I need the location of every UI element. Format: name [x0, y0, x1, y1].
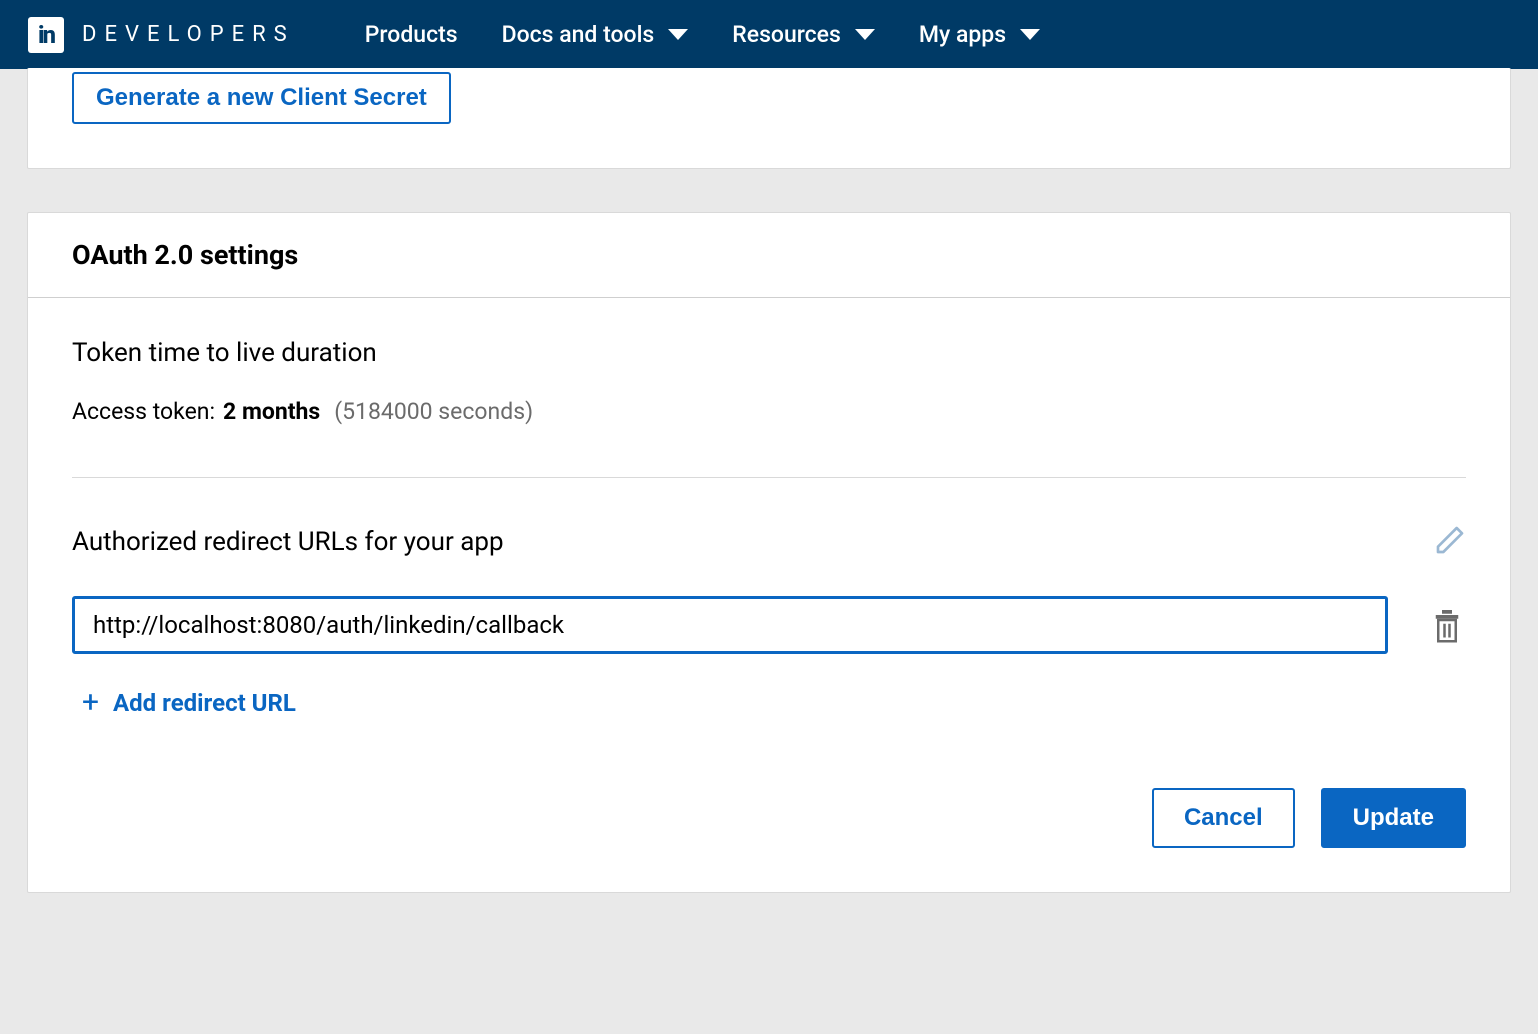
chevron-down-icon: [855, 29, 875, 40]
top-nav: in DEVELOPERS Products Docs and tools Re…: [0, 0, 1538, 69]
client-secret-card: Generate a new Client Secret: [27, 68, 1511, 169]
add-redirect-url-button[interactable]: + Add redirect URL: [82, 688, 1466, 718]
edit-icon[interactable]: [1434, 524, 1466, 560]
ttl-heading: Token time to live duration: [72, 338, 1466, 368]
nav-item-products[interactable]: Products: [365, 21, 458, 48]
cancel-button[interactable]: Cancel: [1152, 788, 1295, 848]
brand-text: DEVELOPERS: [82, 22, 295, 47]
delete-url-button[interactable]: [1428, 603, 1466, 647]
nav-item-myapps[interactable]: My apps: [919, 21, 1040, 48]
access-token-seconds: (5184000 seconds): [334, 398, 533, 425]
card-body: Token time to live duration Access token…: [28, 298, 1510, 892]
redirect-url-input[interactable]: [72, 596, 1388, 654]
brand-logo[interactable]: in DEVELOPERS: [28, 17, 295, 53]
oauth-settings-card: OAuth 2.0 settings Token time to live du…: [27, 212, 1511, 893]
chevron-down-icon: [1020, 29, 1040, 40]
linkedin-in-icon: in: [28, 17, 64, 53]
redirect-heading: Authorized redirect URLs for your app: [72, 527, 504, 557]
page-content: Generate a new Client Secret OAuth 2.0 s…: [0, 69, 1538, 933]
generate-client-secret-button[interactable]: Generate a new Client Secret: [72, 72, 451, 124]
divider: [72, 477, 1466, 478]
redirect-header-row: Authorized redirect URLs for your app: [72, 524, 1466, 560]
nav-label: My apps: [919, 21, 1006, 48]
oauth-heading: OAuth 2.0 settings: [72, 239, 1466, 271]
redirect-url-row: [72, 596, 1466, 654]
trash-icon: [1432, 607, 1462, 643]
access-token-label: Access token:: [72, 398, 215, 425]
nav-item-docs[interactable]: Docs and tools: [502, 21, 689, 48]
nav-item-resources[interactable]: Resources: [732, 21, 875, 48]
plus-icon: +: [82, 688, 99, 718]
nav-label: Docs and tools: [502, 21, 655, 48]
footer-buttons: Cancel Update: [72, 788, 1466, 848]
nav-menu: Products Docs and tools Resources My app…: [365, 21, 1040, 48]
chevron-down-icon: [668, 29, 688, 40]
card-header: OAuth 2.0 settings: [28, 213, 1510, 298]
nav-label: Resources: [732, 21, 841, 48]
add-redirect-label: Add redirect URL: [113, 689, 296, 717]
access-token-row: Access token: 2 months (5184000 seconds): [72, 398, 1466, 425]
access-token-value: 2 months: [223, 398, 320, 425]
update-button[interactable]: Update: [1321, 788, 1466, 848]
nav-label: Products: [365, 21, 458, 48]
